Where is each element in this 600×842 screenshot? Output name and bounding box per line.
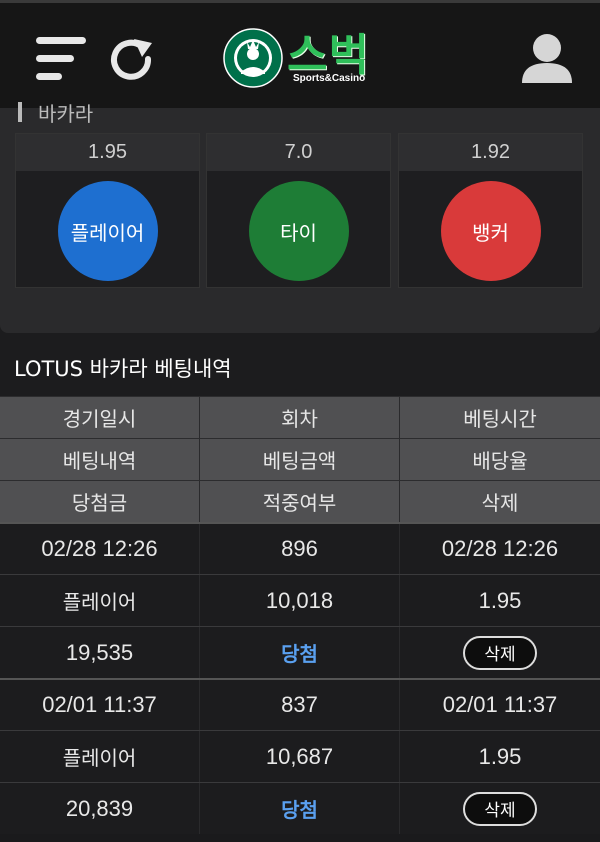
odds-cell: 1.95 [478, 743, 522, 769]
section-title-text: 바카라 [38, 101, 94, 126]
header-cell: 당첨금 [0, 481, 200, 522]
history-title: LOTUS 바카라 베팅내역 [0, 344, 600, 396]
header-cell: 적중여부 [200, 481, 400, 522]
odds-cell: 1.95 [478, 587, 522, 613]
bet-option-player: 1.95 플레이어 [15, 133, 200, 288]
bet-pick-cell: 플레이어 [0, 575, 200, 626]
odds-banker: 1.92 [399, 134, 582, 171]
result-cell: 당첨 [200, 783, 400, 834]
table-row: 02/01 11:37 837 02/01 11:37 [0, 678, 600, 730]
header-row: 당첨금 적중여부 삭제 [0, 480, 600, 522]
betting-history: LOTUS 바카라 베팅내역 경기일시 회차 베팅시간 베팅내역 베팅금액 배당… [0, 344, 600, 842]
tie-bet-button[interactable]: 타이 [248, 181, 349, 281]
payout-cell: 20,839 [0, 783, 200, 834]
bet-amount-cell: 10,018 [200, 575, 400, 626]
delete-button[interactable]: 삭제 [463, 635, 537, 670]
header-cell: 베팅시간 [400, 397, 600, 438]
bet-amount-cell: 10,687 [200, 731, 400, 782]
top-header: 스벅 Sports&Casino [0, 0, 600, 108]
result-badge: 당첨 [281, 798, 318, 822]
delete-cell: 삭제 [400, 783, 600, 834]
bet-time-cell: 02/28 12:26 [441, 536, 559, 561]
header-cell: 회차 [200, 397, 400, 438]
refresh-icon[interactable] [108, 37, 156, 83]
delete-button[interactable]: 삭제 [463, 791, 537, 826]
result-badge: 당첨 [281, 642, 318, 666]
header-cell: 배당율 [400, 439, 600, 480]
odds-player: 1.95 [16, 134, 199, 171]
table-row: 플레이어 10,687 1.95 [0, 730, 600, 782]
delete-cell: 삭제 [400, 627, 600, 678]
logo-subtitle: Sports&Casino [293, 73, 366, 84]
player-bet-button[interactable]: 플레이어 [57, 181, 158, 281]
header-row: 경기일시 회차 베팅시간 [0, 396, 600, 438]
header-cell: 베팅내역 [0, 439, 200, 480]
header-cell: 삭제 [400, 481, 600, 522]
starbucks-logo [223, 28, 283, 88]
result-cell: 당첨 [200, 627, 400, 678]
bet-time-cell: 02/01 11:37 [442, 692, 558, 717]
bet-option-tie: 7.0 타이 [206, 133, 391, 288]
site-logo[interactable]: 스벅 Sports&Casino [223, 25, 383, 91]
title-bar [18, 102, 22, 122]
header-cell: 베팅금액 [200, 439, 400, 480]
table-row: 02/28 12:26 896 02/28 12:26 [0, 522, 600, 574]
table-row: 플레이어 10,018 1.95 [0, 574, 600, 626]
header-row: 베팅내역 베팅금액 배당율 [0, 438, 600, 480]
menu-icon[interactable] [36, 37, 88, 81]
round-cell: 896 [200, 524, 400, 574]
baccarat-bet-panel: 바카라 1.95 플레이어 7.0 타이 1.92 뱅커 [0, 102, 600, 333]
bet-pick-cell: 플레이어 [0, 731, 200, 782]
game-time-cell: 02/01 11:37 [0, 680, 200, 730]
user-icon[interactable] [520, 33, 574, 85]
table-row: 19,535 당첨 삭제 [0, 626, 600, 678]
round-cell: 837 [200, 680, 400, 730]
banker-bet-button[interactable]: 뱅커 [440, 181, 541, 281]
bet-option-banker: 1.92 뱅커 [398, 133, 583, 288]
table-row: 20,839 당첨 삭제 [0, 782, 600, 834]
payout-cell: 19,535 [0, 627, 200, 678]
section-title: 바카라 [18, 100, 94, 126]
header-cell: 경기일시 [0, 397, 200, 438]
odds-tie: 7.0 [207, 134, 390, 171]
game-time-cell: 02/28 12:26 [0, 524, 200, 574]
